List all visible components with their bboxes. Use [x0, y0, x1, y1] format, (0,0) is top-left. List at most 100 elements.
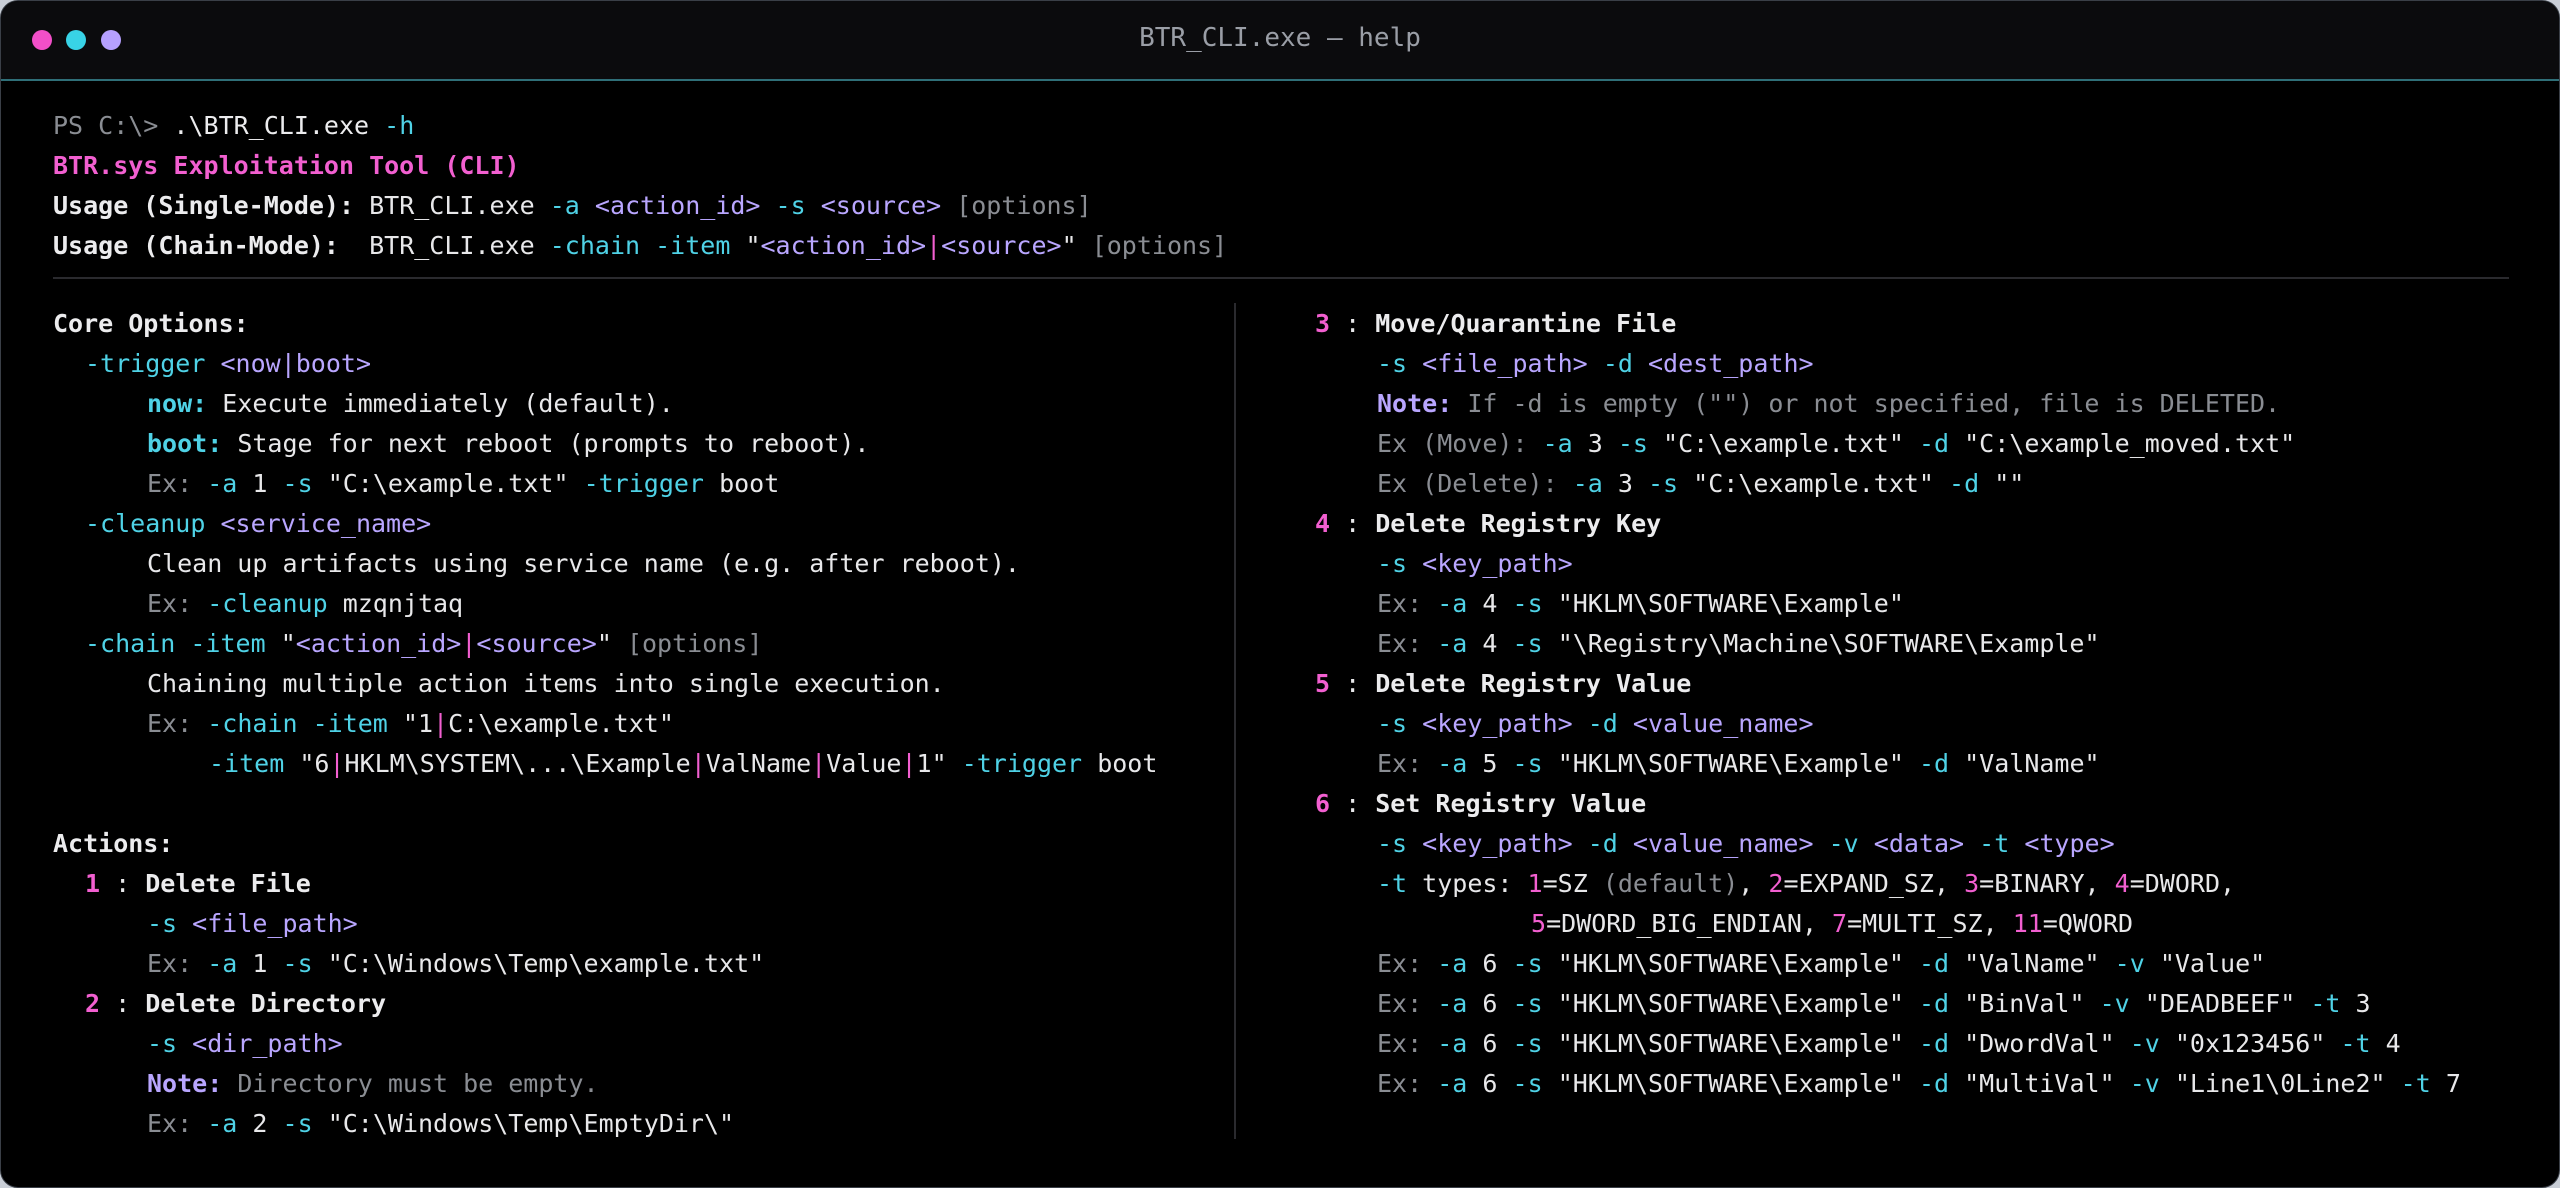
text-token: "HKLM\SOFTWARE\Example"	[1557, 989, 1904, 1018]
text-token: "Line1\0Line2"	[2174, 1069, 2386, 1098]
text-token: "	[1061, 231, 1077, 260]
trigger-example: Ex: -a 1 -s "C:\example.txt" -trigger bo…	[147, 467, 779, 501]
text-token: 2	[1768, 869, 1784, 898]
text-token: Ex (Move):	[1377, 429, 1528, 458]
window-title: BTR_CLI.exe — help	[1139, 23, 1421, 53]
text-token: -a	[207, 469, 238, 498]
text-token: |	[926, 231, 942, 260]
text-token: <key_path>	[1422, 829, 1573, 858]
text-token: "ValName"	[1964, 749, 2100, 778]
text-token: =DWORD	[2129, 869, 2220, 898]
text-token: "C:\example.txt"	[1693, 469, 1934, 498]
text-token: Delete File	[145, 869, 311, 898]
text-token: 1	[417, 709, 434, 738]
text-token: Value	[826, 749, 902, 778]
text-token: 1	[85, 869, 101, 898]
text-token: 4	[1482, 629, 1498, 658]
text-token: 6	[1482, 949, 1498, 978]
text-token: -v	[2129, 1029, 2160, 1058]
action-6-example-2: Ex: -a 6 -s "HKLM\SOFTWARE\Example" -d "…	[1377, 987, 2371, 1021]
text-token: -d	[1918, 1029, 1950, 1058]
text-token: Ex:	[147, 949, 193, 978]
help-flag: -h	[384, 111, 415, 140]
text-token: If -d is empty ("") or not specified, fi…	[1467, 389, 2281, 418]
text-token: ,	[2084, 869, 2115, 898]
trigger-now: now: Execute immediately (default).	[147, 387, 674, 421]
command: .\BTR_CLI.exe	[173, 111, 370, 140]
text-token: ""	[1994, 469, 2025, 498]
text-token: -chain	[207, 709, 298, 738]
chain-example-1: Ex: -chain -item "1|C:\example.txt"	[147, 707, 674, 741]
text-token: -t	[1979, 829, 2010, 858]
text-token: types:	[1422, 869, 1513, 898]
text-token: -a	[1437, 629, 1468, 658]
action-2-note: Note: Directory must be empty.	[147, 1067, 599, 1101]
text-token: -s	[1617, 429, 1648, 458]
text-token: -v	[1828, 829, 1859, 858]
text-token: 4	[2385, 1029, 2401, 1058]
action-6-types-2: 5=DWORD_BIG_ENDIAN, 7=MULTI_SZ, 11=QWORD	[1531, 907, 2133, 941]
text-token: Delete Directory	[145, 989, 387, 1018]
text-token: 4	[1482, 589, 1498, 618]
action-4-example-1: Ex: -a 4 -s "HKLM\SOFTWARE\Example"	[1377, 587, 1904, 621]
text-token: <action_id>	[760, 231, 927, 260]
text-token: <source>	[941, 231, 1062, 260]
text-token: -s	[1377, 549, 1408, 578]
text-token: -a	[1437, 749, 1468, 778]
action-6-args: -s <key_path> -d <value_name> -v <data> …	[1377, 827, 2115, 861]
text-token: -s	[1377, 829, 1408, 858]
prompt-line: PS C:\> .\BTR_CLI.exe -h	[53, 109, 414, 143]
text-token: <action_id>	[594, 191, 761, 220]
text-token: =DWORD_BIG_ENDIAN	[1546, 909, 1802, 938]
text-token: -t	[2340, 1029, 2371, 1058]
action-4-args: -s <key_path>	[1377, 547, 1573, 581]
text-token: "	[402, 709, 418, 738]
text-token: "C:\example.txt"	[327, 469, 569, 498]
text-token: "HKLM\SOFTWARE\Example"	[1557, 589, 1904, 618]
text-token: -t	[2400, 1069, 2431, 1098]
text-token: Delete Registry Value	[1375, 669, 1692, 698]
action-5-args: -s <key_path> -d <value_name>	[1377, 707, 1814, 741]
action-6-example-1: Ex: -a 6 -s "HKLM\SOFTWARE\Example" -d "…	[1377, 947, 2265, 981]
text-token: "\Registry\Machine\SOFTWARE\Example"	[1557, 629, 2100, 658]
text-token: -trigger	[961, 749, 1083, 778]
text-token: Ex:	[1377, 949, 1423, 978]
cleanup-option: -cleanup <service_name>	[85, 507, 431, 541]
text-token: -item	[190, 629, 266, 658]
text-token: boot	[719, 469, 780, 498]
text-token: Delete Registry Key	[1375, 509, 1662, 538]
text-token: -d	[1918, 429, 1950, 458]
text-token: <source>	[476, 629, 597, 658]
text-token: (default)	[1602, 869, 1739, 898]
text-token: 3	[1617, 469, 1633, 498]
text-token: -d	[1587, 829, 1618, 858]
text-token: 2	[252, 1109, 268, 1138]
text-token: "HKLM\SOFTWARE\Example"	[1557, 1029, 1904, 1058]
text-token: Ex:	[1377, 749, 1423, 778]
text-token: Ex (Delete):	[1377, 469, 1558, 498]
text-token: <value_name>	[1632, 709, 1814, 738]
text-token: BTR_CLI.exe	[369, 231, 535, 260]
text-token: =SZ	[1542, 869, 1588, 898]
text-token: -a	[1572, 469, 1603, 498]
terminal-output[interactable]: PS C:\> .\BTR_CLI.exe -h BTR.sys Exploit…	[1, 81, 2559, 1187]
text-token: ,	[1933, 869, 1965, 898]
usage-single: Usage (Single-Mode): BTR_CLI.exe -a <act…	[53, 189, 1092, 223]
text-token: -d	[1918, 749, 1950, 778]
text-token: 1	[252, 469, 268, 498]
text-token: 2	[85, 989, 101, 1018]
text-token: -d	[1602, 349, 1633, 378]
text-token: Usage (Chain-Mode):	[53, 231, 355, 260]
action-2-title: 2 : Delete Directory	[85, 987, 386, 1021]
text-token: 6	[1482, 1069, 1498, 1098]
text-token: Ex:	[1377, 1029, 1423, 1058]
text-token: "C:\Windows\Temp\example.txt"	[327, 949, 765, 978]
text-token: Note:	[1377, 389, 1453, 418]
text-token: <data>	[1873, 829, 1965, 858]
text-token: <service_name>	[220, 509, 432, 538]
text-token: 4	[2114, 869, 2130, 898]
text-token: "C:\example.txt"	[1663, 429, 1904, 458]
text-token: -s	[1512, 949, 1543, 978]
text-token: <action_id>	[295, 629, 462, 658]
text-token: |	[461, 629, 477, 658]
